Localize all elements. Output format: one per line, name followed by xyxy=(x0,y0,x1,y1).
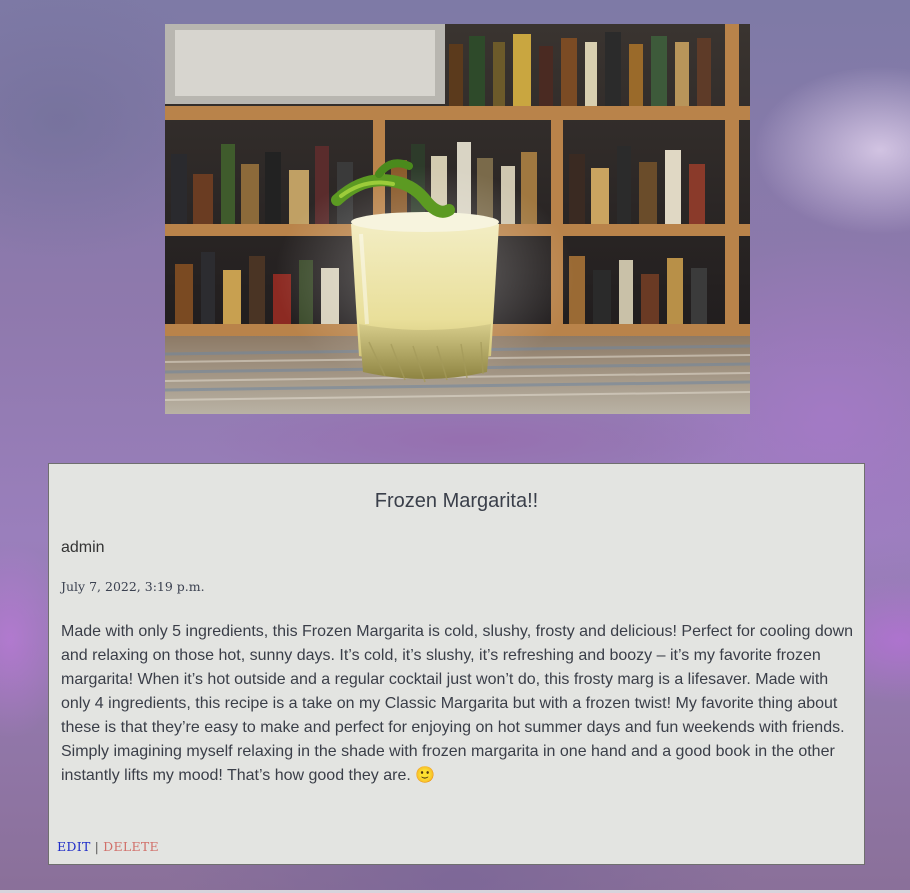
edit-link[interactable]: EDIT xyxy=(57,839,91,854)
actions-separator: | xyxy=(94,839,100,854)
delete-link[interactable]: DELETE xyxy=(103,839,159,854)
margarita-photo xyxy=(165,24,750,414)
post-author: admin xyxy=(61,539,105,556)
post-card: Frozen Margarita!! admin July 7, 2022, 3… xyxy=(48,463,865,865)
post-body: Made with only 5 ingredients, this Froze… xyxy=(61,623,854,784)
post-actions: EDIT | DELETE xyxy=(57,839,159,854)
post-date: July 7, 2022, 3:19 p.m. xyxy=(61,579,205,594)
post-title: Frozen Margarita!! xyxy=(374,490,539,512)
post-image xyxy=(165,24,750,414)
